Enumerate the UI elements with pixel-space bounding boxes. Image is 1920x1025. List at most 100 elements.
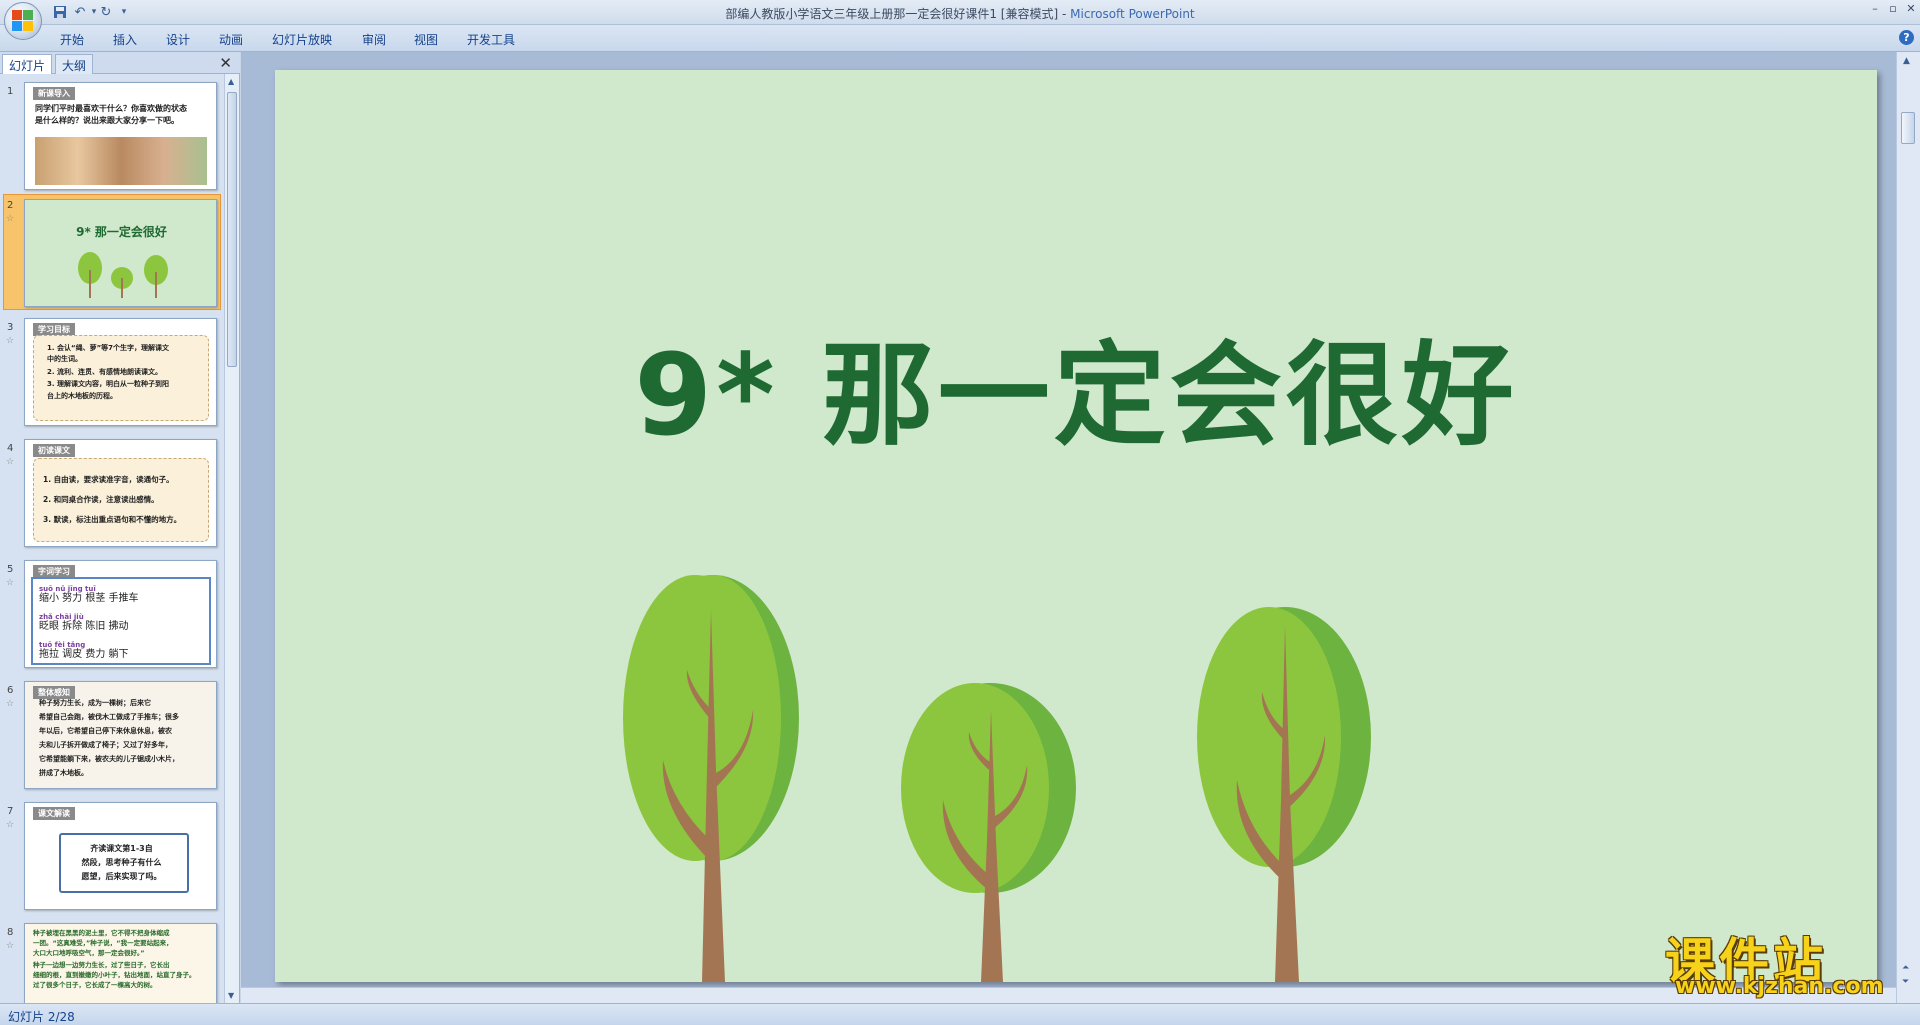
animation-star-icon: ☆ xyxy=(6,214,15,224)
thumbnail-frame: 整体感知 种子努力生长，成为一棵树；后来它 希望自己会跑，被伐木工做成了手推车；… xyxy=(24,681,217,789)
thumb-line: 年以后，它希望自己停下来休息休息，被农 xyxy=(39,727,172,735)
slide-thumbnail-3[interactable]: 3 ☆ 学习目标 1. 会认“绳、萝”等7个生字，理解课文 中的生词。 2. 流… xyxy=(0,318,224,430)
watermark-logo: 课件站 www.kjzhan.com xyxy=(1665,922,1905,1002)
tab-home[interactable]: 开始 xyxy=(60,31,84,48)
tab-developer[interactable]: 开发工具 xyxy=(467,31,515,48)
pane-tabs: 幻灯片 大纲 ✕ xyxy=(0,52,240,74)
title-bar: ↶ ▾ ↻ ▾ 部编人教版小学语文三年级上册那一定会很好课件1 [兼容模式] -… xyxy=(0,0,1920,25)
thumb-line: 过了很多个日子，它长成了一棵高大的树。 xyxy=(33,981,157,989)
watermark-url: www.kjzhan.com xyxy=(1675,974,1884,999)
close-icon[interactable]: ✕ xyxy=(219,54,232,72)
slide-tag: 新课导入 xyxy=(33,87,75,100)
thumb-line: 1. 会认“绳、萝”等7个生字，理解课文 xyxy=(47,344,170,352)
animation-star-icon: ☆ xyxy=(6,820,15,830)
minimize-button[interactable]: – xyxy=(1868,3,1882,15)
office-button[interactable] xyxy=(4,2,42,40)
scroll-down-icon[interactable]: ▼ xyxy=(228,991,234,1000)
window-title: 部编人教版小学语文三年级上册那一定会很好课件1 [兼容模式] - Microso… xyxy=(725,7,1195,21)
thumbnail-frame: 新课导入 同学们平时最喜欢干什么？你喜欢做的状态 是什么样的？说出来跟大家分享一… xyxy=(24,82,217,190)
thumbnail-frame: 种子被埋在黑黑的泥土里，它不得不把身体缩成 一团。“这真难受，”种子说，“我一定… xyxy=(24,923,217,1003)
thumb-line: 台上的木地板的历程。 xyxy=(47,392,117,400)
thumb-line: 种子一边想一边努力生长，过了些日子，它长出 xyxy=(33,961,170,969)
scrollbar-thumb[interactable] xyxy=(227,92,237,367)
thumbnail-frame: 课文解读 齐读课文第1-3自 然段，思考种子有什么 愿望，后来实现了吗。 xyxy=(24,802,217,910)
thumb-line: 3. 默读，标注出重点语句和不懂的地方。 xyxy=(43,515,182,524)
slide-tag: 初读课文 xyxy=(33,444,75,457)
tab-slideshow[interactable]: 幻灯片放映 xyxy=(272,31,332,48)
help-icon[interactable]: ? xyxy=(1899,30,1914,45)
slide-number: 1 xyxy=(7,86,14,97)
tree-illustration xyxy=(623,575,1371,982)
slide-thumbnail-6[interactable]: 6 ☆ 整体感知 种子努力生长，成为一棵树；后来它 希望自己会跑，被伐木工做成了… xyxy=(0,681,224,793)
thumb-line: 夫和儿子拆开做成了椅子；又过了好多年， xyxy=(39,741,172,749)
animation-star-icon: ☆ xyxy=(6,941,15,951)
thumb-line: 中的生词。 xyxy=(47,355,82,363)
thumb-line: 愿望，后来实现了吗。 xyxy=(81,872,162,881)
thumb-line: 拖拉 调皮 费力 躺下 xyxy=(39,649,129,660)
slide-number: 4 xyxy=(7,443,14,454)
tab-outline[interactable]: 大纲 xyxy=(55,54,94,74)
thumb-line: 2. 和同桌合作读，注意读出感情。 xyxy=(43,495,159,504)
slide-number: 7 xyxy=(7,806,14,817)
animation-star-icon: ☆ xyxy=(6,578,15,588)
slide-thumbnail-7[interactable]: 7 ☆ 课文解读 齐读课文第1-3自 然段，思考种子有什么 愿望，后来实现了吗。 xyxy=(0,802,224,914)
thumb-line: 种子被埋在黑黑的泥土里，它不得不把身体缩成 xyxy=(33,929,170,937)
animation-star-icon: ☆ xyxy=(6,336,15,346)
thumb-line: 1. 自由读，要求读准字音，读通句子。 xyxy=(43,475,174,484)
animation-star-icon: ☆ xyxy=(6,699,15,709)
slide-number: 8 xyxy=(7,927,14,938)
tree-left xyxy=(623,575,799,982)
thumb-line: 它希望能躺下来，被农夫的儿子锯成小木片， xyxy=(39,755,179,763)
thumb-line: 大口大口地呼吸空气，那一定会很好。” xyxy=(33,949,145,957)
slide-number: 6 xyxy=(7,685,14,696)
thumb-line: 同学们平时最喜欢干什么？你喜欢做的状态 xyxy=(35,104,187,113)
slide-editor: 9* 那一定会很好 xyxy=(241,52,1896,1003)
slides-pane: 幻灯片 大纲 ✕ 1 新课导入 同学们平时最喜欢干什么？你喜欢做的状态 是什么样… xyxy=(0,52,240,1003)
thumb-line: 希望自己会跑，被伐木工做成了手推车；很多 xyxy=(39,713,179,721)
scroll-up-icon[interactable]: ▲ xyxy=(228,77,234,86)
tab-review[interactable]: 审阅 xyxy=(362,31,386,48)
slide-thumbnail-5[interactable]: 5 ☆ 字词学习 suō nǔ jīng tuī 缩小 努力 根茎 手推车 zh… xyxy=(0,560,224,672)
scroll-up-icon[interactable]: ▲ xyxy=(1903,56,1910,66)
thumbnail-list: 1 新课导入 同学们平时最喜欢干什么？你喜欢做的状态 是什么样的？说出来跟大家分… xyxy=(0,74,224,1003)
thumb-line: 细细的根，直到嫩嫩的小叶子，钻出地面，站直了身子。 xyxy=(33,971,196,979)
slide[interactable]: 9* 那一定会很好 xyxy=(275,70,1877,982)
office-logo-icon xyxy=(12,10,34,32)
thumbnail-frame: 字词学习 suō nǔ jīng tuī 缩小 努力 根茎 手推车 zhǎ ch… xyxy=(24,560,217,668)
slide-thumbnail-2[interactable]: 2 ☆ 9* 那一定会很好 xyxy=(0,194,224,314)
slide-thumbnail-4[interactable]: 4 ☆ 初读课文 1. 自由读，要求读准字音，读通句子。 2. 和同桌合作读，注… xyxy=(0,439,224,551)
tab-slides[interactable]: 幻灯片 xyxy=(2,54,53,74)
thumb-line: 一团。“这真难受，”种子说，“我一定要站起来， xyxy=(33,939,173,947)
slide-tag: 课文解读 xyxy=(33,807,75,820)
thumb-line: 然段，思考种子有什么 xyxy=(81,858,162,867)
ribbon-tabs: 开始 插入 设计 动画 幻灯片放映 审阅 视图 开发工具 ? xyxy=(0,25,1920,52)
thumb-line: 眨眼 拆除 陈旧 拂动 xyxy=(39,621,129,632)
restore-button[interactable]: ▫ xyxy=(1886,3,1900,15)
slide-number: 3 xyxy=(7,322,14,333)
thumbnail-frame: 9* 那一定会很好 xyxy=(24,199,217,307)
thumb-line: 2. 流利、连贯、有感情地朗读课文。 xyxy=(47,368,162,376)
tab-design[interactable]: 设计 xyxy=(166,31,190,48)
animation-star-icon: ☆ xyxy=(6,457,15,467)
status-bar: 幻灯片 2/28 xyxy=(0,1003,1920,1025)
thumb-line: 3. 理解课文内容，明白从一粒种子到阳 xyxy=(47,380,169,388)
thumb-line: 是什么样的？说出来跟大家分享一下吧。 xyxy=(35,116,179,125)
slide-number: 5 xyxy=(7,564,14,575)
thumb-line: 拼成了木地板。 xyxy=(39,769,88,777)
thumbnail-scrollbar[interactable]: ▲ ▼ xyxy=(224,74,239,1003)
tab-view[interactable]: 视图 xyxy=(414,31,438,48)
slide-number: 2 xyxy=(7,200,14,211)
thumb-line: 齐读课文第1-3自 xyxy=(90,844,153,853)
thumb-line: 种子努力生长，成为一棵树；后来它 xyxy=(39,699,151,707)
close-button[interactable]: ✕ xyxy=(1904,3,1918,15)
slide-scrollbar[interactable]: ▲ ⏶ ⏷ xyxy=(1896,52,1920,1003)
horizontal-scrollbar[interactable] xyxy=(241,987,1896,1003)
thumb-trees xyxy=(78,252,168,298)
scrollbar-thumb[interactable] xyxy=(1901,112,1915,144)
slide-thumbnail-8[interactable]: 8 ☆ 种子被埋在黑黑的泥土里，它不得不把身体缩成 一团。“这真难受，”种子说，… xyxy=(0,923,224,1003)
children-photo xyxy=(35,137,207,185)
tab-insert[interactable]: 插入 xyxy=(113,31,137,48)
tree-right xyxy=(1197,607,1371,982)
tab-animations[interactable]: 动画 xyxy=(219,31,243,48)
slide-thumbnail-1[interactable]: 1 新课导入 同学们平时最喜欢干什么？你喜欢做的状态 是什么样的？说出来跟大家分… xyxy=(0,82,224,194)
